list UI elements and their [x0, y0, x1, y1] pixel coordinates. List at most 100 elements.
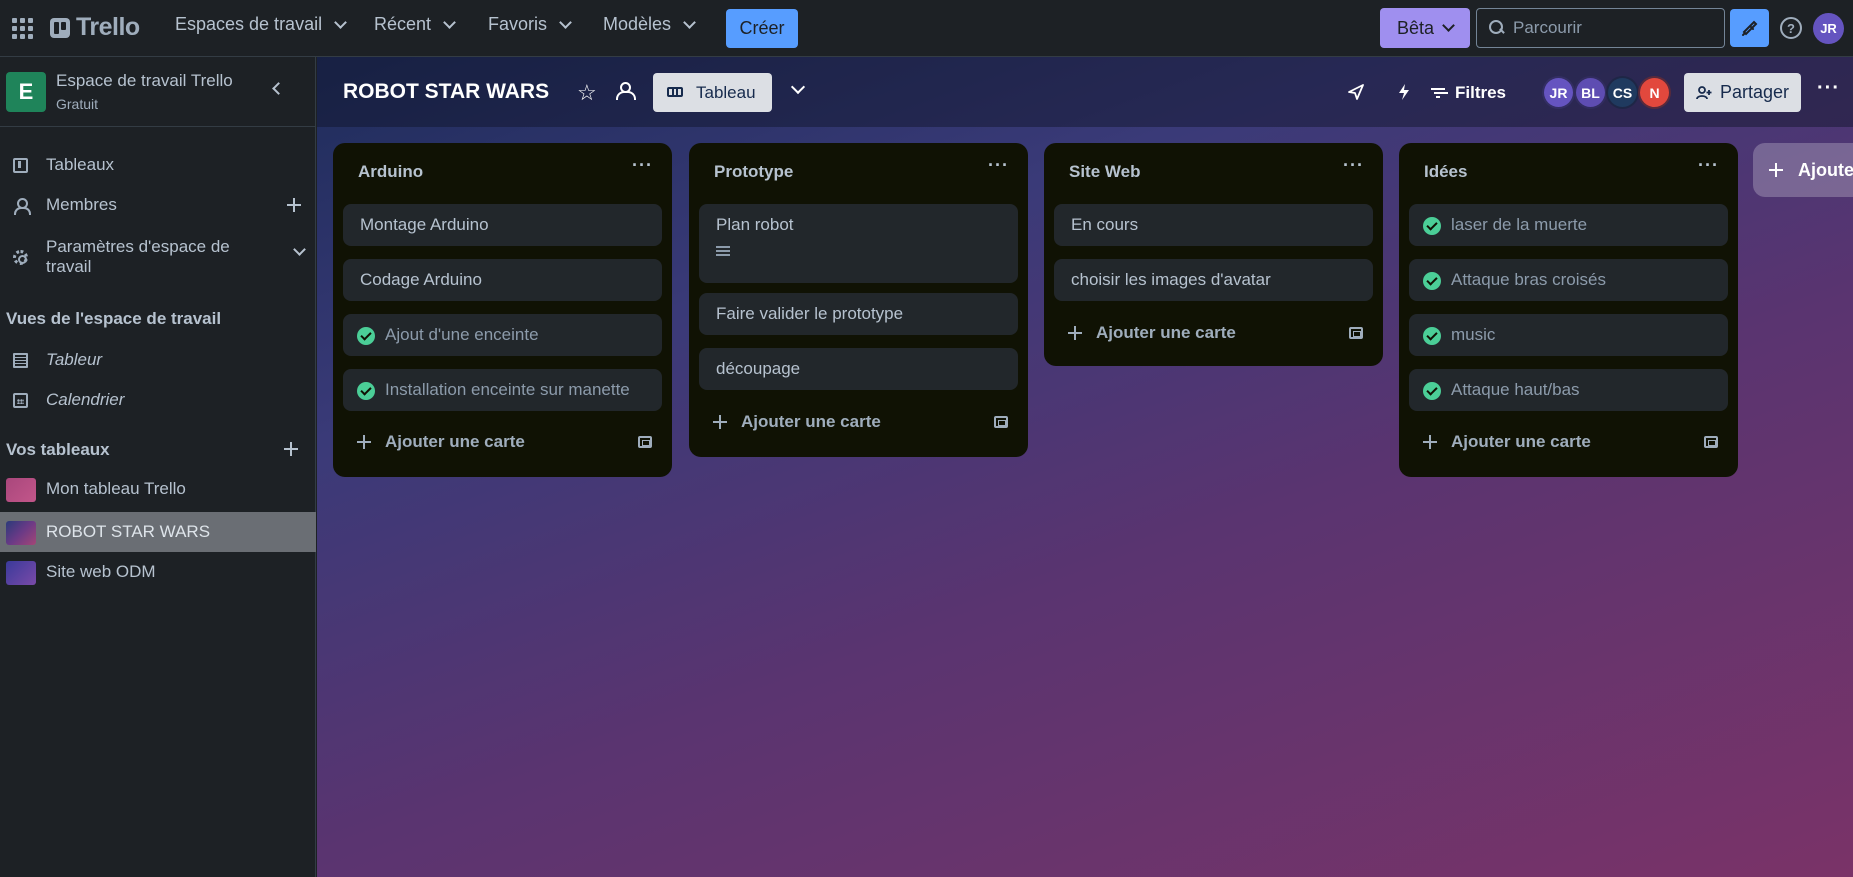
chevron-down-icon [1442, 19, 1455, 32]
board-thumbnail [6, 561, 36, 585]
add-board-icon[interactable] [284, 442, 298, 456]
filter-button[interactable]: Filtres [1431, 73, 1506, 113]
card[interactable]: Plan robot [699, 204, 1018, 283]
card-title: laser de la muerte [1451, 215, 1588, 234]
card-completed[interactable]: Attaque bras croisés [1409, 259, 1728, 301]
create-button[interactable]: Créer [726, 9, 798, 48]
collapse-sidebar-icon[interactable] [272, 82, 285, 95]
card-title: découpage [716, 359, 801, 378]
check-circle-icon[interactable] [1423, 382, 1441, 400]
card-completed[interactable]: music [1409, 314, 1728, 356]
member-avatar[interactable]: CS [1606, 76, 1639, 109]
plus-icon [1769, 163, 1783, 177]
sidebar-board-item[interactable]: Site web ODM [0, 552, 316, 592]
board-thumbnail [6, 521, 36, 545]
card-title: choisir les images d'avatar [1071, 270, 1271, 289]
add-list-button[interactable]: Ajoutez [1753, 143, 1853, 197]
check-circle-icon[interactable] [1423, 217, 1441, 235]
card-title: music [1451, 325, 1496, 344]
sidebar-item-boards[interactable]: Tableaux [0, 145, 316, 185]
sidebar-item-members[interactable]: Membres [0, 185, 316, 225]
check-circle-icon[interactable] [1423, 272, 1441, 290]
add-card-button[interactable]: Ajouter une carte [699, 402, 1018, 442]
card-completed[interactable]: Ajout d'une enceinte [343, 314, 662, 356]
sidebar-item-calendar-view[interactable]: Calendrier [0, 380, 316, 420]
view-switcher-button[interactable]: Tableau [653, 73, 772, 112]
user-avatar[interactable]: JR [1813, 13, 1844, 44]
add-card-button[interactable]: Ajouter une carte [1409, 422, 1728, 462]
board-thumbnail [6, 478, 36, 502]
help-icon[interactable]: ? [1780, 17, 1802, 39]
chevron-down-icon[interactable] [790, 79, 806, 95]
calendar-icon [13, 393, 28, 408]
add-person-icon [1696, 86, 1712, 100]
card[interactable]: Faire valider le prototype [699, 293, 1018, 335]
sidebar: E Espace de travail Trello Gratuit Table… [0, 57, 316, 877]
visibility-icon[interactable] [616, 82, 636, 100]
add-card-button[interactable]: Ajouter une carte [343, 422, 662, 462]
card-template-icon[interactable] [994, 416, 1008, 428]
search-input[interactable]: Parcourir [1476, 8, 1725, 48]
board-title[interactable]: ROBOT STAR WARS [343, 80, 549, 104]
list-menu-icon[interactable]: ··· [1698, 155, 1719, 176]
menu-templates-label: Modèles [603, 14, 672, 34]
workspace-logo[interactable]: E [6, 72, 46, 112]
app-switcher-icon[interactable] [10, 16, 34, 40]
card-template-icon[interactable] [1349, 327, 1363, 339]
card[interactable]: choisir les images d'avatar [1054, 259, 1373, 301]
list-title[interactable]: Site Web [1069, 162, 1140, 182]
list-title[interactable]: Prototype [714, 162, 793, 182]
sidebar-item-settings[interactable]: Paramètres d'espace de travail [0, 227, 316, 287]
card-title: Faire valider le prototype [716, 304, 904, 323]
plus-icon [357, 435, 371, 449]
share-button[interactable]: Partager [1684, 73, 1801, 112]
check-circle-icon[interactable] [357, 382, 375, 400]
list-title[interactable]: Arduino [358, 162, 423, 182]
add-card-button[interactable]: Ajouter une carte [1054, 313, 1373, 353]
star-icon[interactable]: ☆ [577, 80, 597, 106]
card-completed[interactable]: laser de la muerte [1409, 204, 1728, 246]
automation-icon[interactable] [1397, 83, 1411, 106]
check-circle-icon[interactable] [1423, 327, 1441, 345]
card-title: Plan robot [716, 215, 794, 234]
workspace-name[interactable]: Espace de travail Trello [56, 71, 233, 91]
card[interactable]: En cours [1054, 204, 1373, 246]
list-menu-icon[interactable]: ··· [988, 155, 1009, 176]
list-menu-icon[interactable]: ··· [1343, 155, 1364, 176]
card-title: Attaque haut/bas [1451, 380, 1580, 399]
card-title: Codage Arduino [360, 270, 482, 289]
card-completed[interactable]: Installation enceinte sur manette [343, 369, 662, 411]
chevron-down-icon [559, 15, 572, 29]
card[interactable]: Montage Arduino [343, 204, 662, 246]
sidebar-board-item[interactable]: Mon tableau Trello [0, 469, 316, 509]
check-circle-icon[interactable] [357, 327, 375, 345]
menu-templates[interactable]: Modèles [603, 14, 696, 35]
add-member-icon[interactable] [287, 198, 301, 212]
menu-recent[interactable]: Récent [374, 14, 456, 35]
notifications-button[interactable] [1730, 9, 1769, 47]
card[interactable]: Codage Arduino [343, 259, 662, 301]
card-title: En cours [1071, 215, 1139, 234]
card-template-icon[interactable] [1704, 436, 1718, 448]
member-avatar[interactable]: BL [1574, 76, 1607, 109]
board-menu-icon[interactable]: ··· [1817, 77, 1840, 100]
add-card-label: Ajouter une carte [385, 432, 525, 451]
share-label: Partager [1720, 82, 1790, 102]
chevron-down-icon[interactable] [293, 243, 306, 256]
sidebar-item-table-view[interactable]: Tableur [0, 340, 316, 380]
list-title[interactable]: Idées [1424, 162, 1467, 182]
card-completed[interactable]: Attaque haut/bas [1409, 369, 1728, 411]
sidebar-board-item-active[interactable]: ROBOT STAR WARS [0, 512, 316, 552]
filter-icon [1431, 88, 1445, 98]
list-menu-icon[interactable]: ··· [632, 155, 653, 176]
member-avatar[interactable]: JR [1542, 76, 1575, 109]
list-prototype: Prototype ··· Plan robot Faire valider l… [689, 143, 1028, 457]
trello-logo[interactable]: Trello [50, 13, 140, 42]
power-ups-icon[interactable] [1347, 83, 1365, 106]
member-avatar[interactable]: N [1638, 76, 1671, 109]
menu-workspaces[interactable]: Espaces de travail [175, 14, 347, 35]
beta-button[interactable]: Bêta [1380, 8, 1470, 48]
card-template-icon[interactable] [638, 436, 652, 448]
card[interactable]: découpage [699, 348, 1018, 390]
menu-favorites[interactable]: Favoris [488, 14, 572, 35]
